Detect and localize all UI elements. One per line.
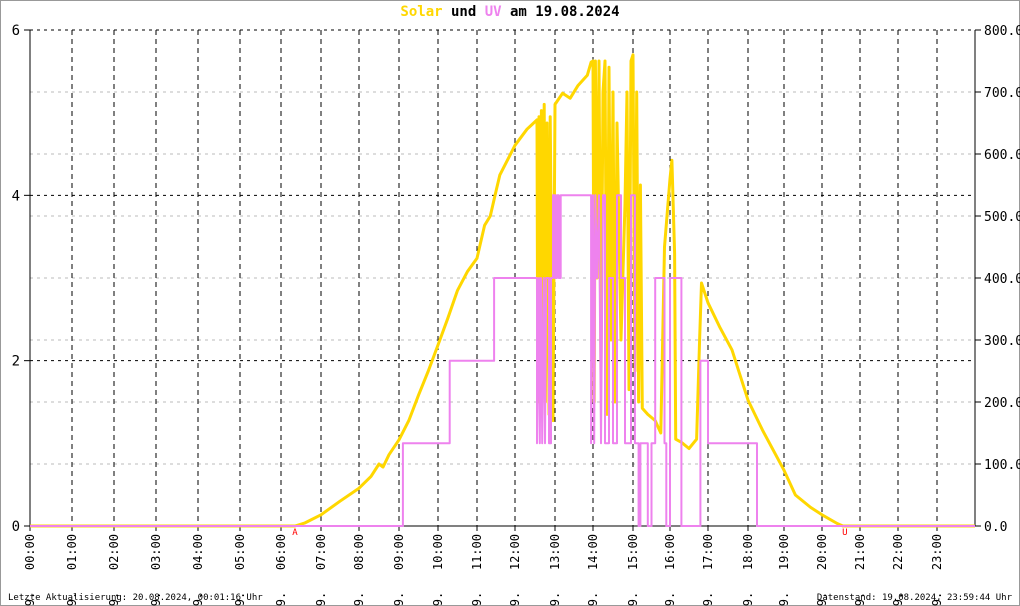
- x-tick-label: 19. 10:00: [431, 534, 445, 606]
- y-left-tick-label: 0: [12, 519, 20, 535]
- chart-svg: 0.0 100.0 200.0 300.0 400.0 500.0 600.0 700.0 80…: [12, 23, 1020, 606]
- marker-A: A: [292, 528, 298, 538]
- x-tick-label: 19. 09:00: [392, 534, 406, 606]
- y-right-tick-label: 100.0: [984, 458, 1020, 473]
- y-right-tick-label: 700.0: [984, 86, 1020, 101]
- y-right-tick-label: 500.0: [984, 210, 1020, 225]
- y-left-tick-label: 2: [12, 354, 20, 370]
- y-right-tick-label: 0.0: [984, 520, 1007, 535]
- series-line-solar: [30, 53, 975, 528]
- y-right-tick-label: 600.0: [984, 148, 1020, 163]
- x-tick-label: 19. 12:00: [508, 534, 522, 606]
- data-status: Datenstand: 19.08.2024, 23:59:44 Uhr: [816, 593, 1012, 603]
- x-tick-label: 19. 06:00: [274, 534, 288, 606]
- x-tick-label: 19. 16:00: [663, 534, 677, 606]
- x-tick-label: 19. 14:00: [586, 534, 600, 606]
- x-tick-label: 19. 15:00: [626, 534, 640, 606]
- x-tick-label: 19. 19:00: [777, 534, 791, 606]
- y-right-tick-label: 200.0: [984, 396, 1020, 411]
- x-tick-label: 19. 13:00: [548, 534, 562, 606]
- y-right-tick-label: 800.0: [984, 24, 1020, 39]
- y-right-tick-label: 400.0: [984, 272, 1020, 287]
- x-tick-label: 19. 07:00: [314, 534, 328, 606]
- last-update: Letzte Aktualisierung: 20.08.2024, 00:01…: [8, 593, 263, 603]
- marker-U: U: [842, 528, 847, 538]
- x-tick-label: 19. 11:00: [470, 534, 484, 606]
- x-tick-label: 19. 08:00: [352, 534, 366, 606]
- x-tick-label: 19. 18:00: [741, 534, 755, 606]
- x-tick-label: 19. 17:00: [701, 534, 715, 606]
- y-left-tick-label: 6: [12, 23, 20, 39]
- y-left-tick-label: 4: [12, 188, 20, 204]
- y-right-tick-label: 300.0: [984, 334, 1020, 349]
